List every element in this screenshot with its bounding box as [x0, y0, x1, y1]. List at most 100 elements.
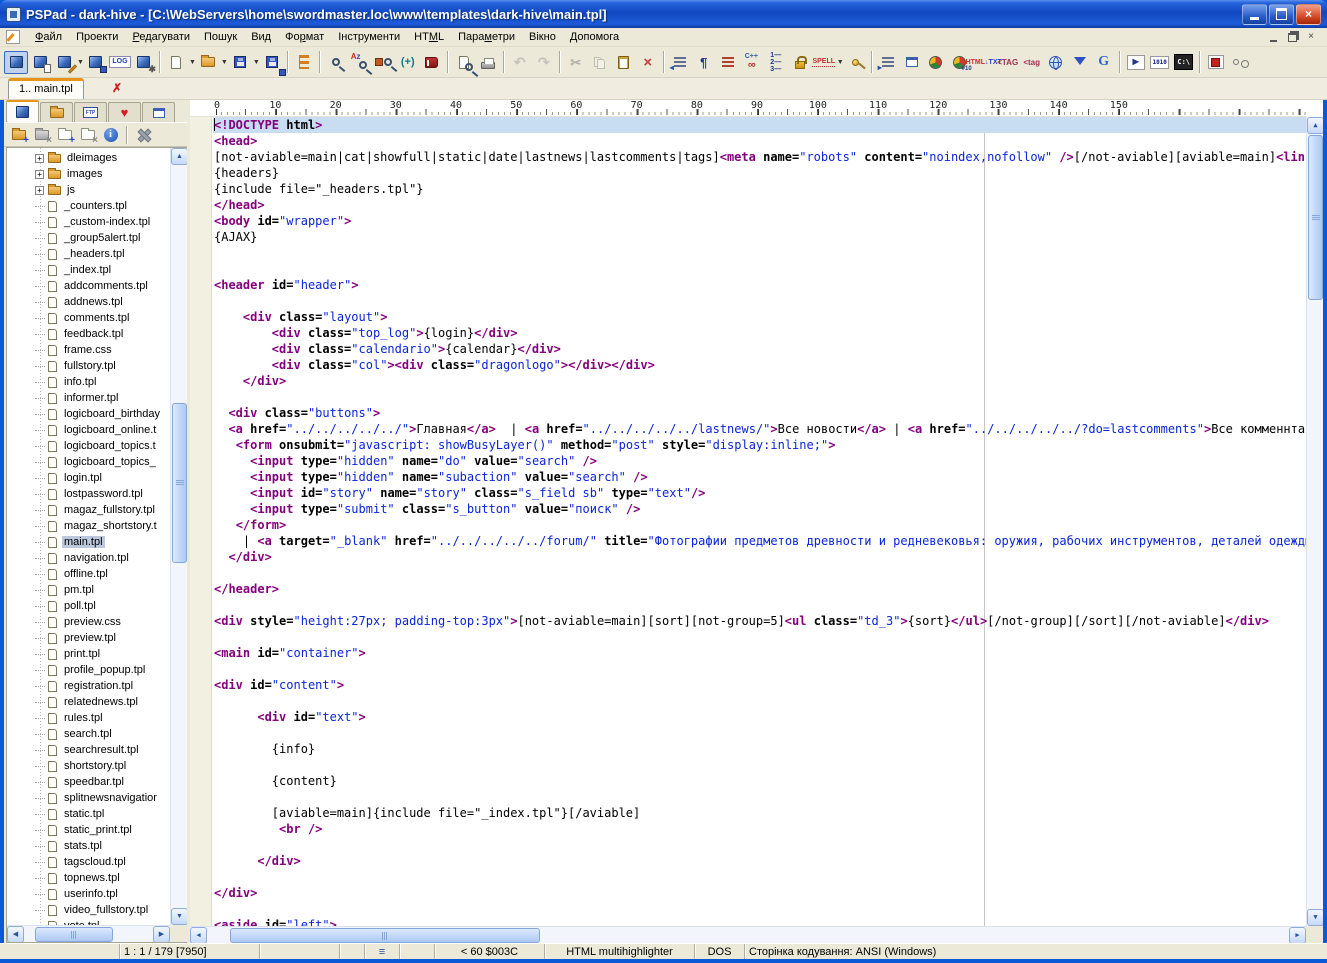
code-line[interactable] — [213, 293, 1306, 309]
browser-icon[interactable] — [1044, 51, 1068, 74]
code-line[interactable]: </header> — [213, 581, 1306, 597]
code-line[interactable]: </div> — [213, 549, 1306, 565]
code-line[interactable] — [213, 597, 1306, 613]
document-menu-icon[interactable] — [6, 30, 20, 44]
tag-upper-icon[interactable]: <TAG — [996, 51, 1020, 74]
delete-icon[interactable]: × — [636, 51, 660, 74]
code-line[interactable]: </form> — [213, 517, 1306, 533]
cpp-icon[interactable]: C++∞ — [740, 51, 764, 74]
sidebar-scroll-thumb[interactable] — [172, 403, 187, 563]
tree-file-logicboard_online.t[interactable]: logicboard_online.t — [7, 422, 170, 438]
code-line[interactable]: {headers} — [213, 165, 1306, 181]
project-info-icon[interactable]: i — [100, 124, 121, 145]
code-line[interactable]: <input type="hidden" name="subaction" va… — [213, 469, 1306, 485]
editor-vertical-scrollbar[interactable]: ▲ ▼ — [1306, 117, 1323, 926]
sidebar-tab-projects[interactable] — [6, 100, 39, 122]
code-line[interactable]: <div id="text"> — [213, 709, 1306, 725]
sidebar-tab-windows[interactable] — [142, 102, 175, 122]
sidebar-hscroll-thumb[interactable] — [35, 927, 113, 942]
code-line[interactable] — [213, 261, 1306, 277]
tree-file-_headers.tpl[interactable]: _headers.tpl — [7, 246, 170, 262]
tree-file-pm.tpl[interactable]: pm.tpl — [7, 582, 170, 598]
code-line[interactable] — [213, 789, 1306, 805]
print-icon[interactable] — [476, 51, 500, 74]
tree-file-addnews.tpl[interactable]: addnews.tpl — [7, 294, 170, 310]
tree-file-shortstory.tpl[interactable]: shortstory.tpl — [7, 758, 170, 774]
tree-file-registration.tpl[interactable]: registration.tpl — [7, 678, 170, 694]
tree-file-feedback.tpl[interactable]: feedback.tpl — [7, 326, 170, 342]
project-tools-icon[interactable] — [133, 124, 154, 145]
code-line[interactable]: </head> — [213, 197, 1306, 213]
code-line[interactable]: <a href="../../../../../">Главная</a> | … — [213, 421, 1306, 437]
code-line[interactable] — [213, 661, 1306, 677]
tree-file-poll.tpl[interactable]: poll.tpl — [7, 598, 170, 614]
scroll-down-icon[interactable]: ▼ — [1307, 909, 1323, 926]
tree-file-login.tpl[interactable]: login.tpl — [7, 470, 170, 486]
filter-icon[interactable] — [1068, 51, 1092, 74]
code-line[interactable]: <div style="height:27px; padding-top:3px… — [213, 613, 1306, 629]
pin-icon[interactable] — [844, 51, 868, 74]
menu-інструменти[interactable]: Інструменти — [331, 29, 407, 45]
code-line[interactable] — [213, 693, 1306, 709]
expand-icon[interactable]: + — [35, 170, 44, 179]
run-icon[interactable]: ▶ — [1124, 51, 1148, 74]
tree-file-informer.tpl[interactable]: informer.tpl — [7, 390, 170, 406]
tree-file-searchresult.tpl[interactable]: searchresult.tpl — [7, 742, 170, 758]
tree-file-topnews.tpl[interactable]: topnews.tpl — [7, 870, 170, 886]
unindent-icon[interactable]: ◂ — [668, 51, 692, 74]
code-line[interactable] — [213, 565, 1306, 581]
replace-icon[interactable] — [372, 51, 396, 74]
menu-вид[interactable]: Вид — [244, 29, 278, 45]
code-line[interactable]: <div class="top_log">{login}</div> — [213, 325, 1306, 341]
file-new-icon[interactable] — [164, 51, 188, 74]
numbered-list-icon[interactable]: 1— 2— 3— — [764, 51, 788, 74]
goto-line-icon[interactable]: (+) — [396, 51, 420, 74]
spell-dropdown-icon[interactable]: ▼ — [837, 59, 844, 66]
code-line[interactable] — [213, 389, 1306, 405]
code-line[interactable]: <div class="col"><div class="dragonlogo"… — [213, 357, 1306, 373]
tree-file-tagscloud.tpl[interactable]: tagscloud.tpl — [7, 854, 170, 870]
bookmark-icon[interactable] — [420, 51, 444, 74]
tree-file-lostpassword.tpl[interactable]: lostpassword.tpl — [7, 486, 170, 502]
binary-icon[interactable]: 1010 — [1148, 51, 1172, 74]
code-editor[interactable]: 0102030405060708090100110120130140150 <!… — [190, 100, 1323, 943]
code-line[interactable]: <div class="calendario">{calendar}</div> — [213, 341, 1306, 357]
project-log-icon[interactable]: LOG — [108, 51, 132, 74]
tree-file-profile_popup.tpl[interactable]: profile_popup.tpl — [7, 662, 170, 678]
scroll-left-icon[interactable]: ◀ — [7, 926, 24, 943]
code-line[interactable]: <div id="content"> — [213, 677, 1306, 693]
chart-icon[interactable] — [924, 51, 948, 74]
tree-file-_counters.tpl[interactable]: _counters.tpl — [7, 198, 170, 214]
console-icon[interactable]: C:\ — [1172, 51, 1196, 74]
menu-пошук[interactable]: Пошук — [197, 29, 244, 45]
editor-scroll-thumb[interactable] — [1308, 135, 1323, 300]
tree-file-static.tpl[interactable]: static.tpl — [7, 806, 170, 822]
code-line[interactable]: | <a target="_blank" href="../../../../.… — [213, 533, 1306, 549]
scroll-right-icon[interactable]: ▶ — [1289, 927, 1306, 943]
spell-icon[interactable]: SPELL — [812, 51, 836, 74]
tree-file-_index.tpl[interactable]: _index.tpl — [7, 262, 170, 278]
menu-допомога[interactable]: Допомога — [563, 29, 626, 45]
file-save-icon[interactable] — [228, 51, 252, 74]
code-line[interactable]: {include file="_headers.tpl"} — [213, 181, 1306, 197]
search-icon[interactable] — [324, 51, 348, 74]
tree-file-navigation.tpl[interactable]: navigation.tpl — [7, 550, 170, 566]
tree-file-frame.css[interactable]: frame.css — [7, 342, 170, 358]
mdi-minimize-button[interactable] — [1265, 31, 1281, 44]
tree-file-vote.tpl[interactable]: vote.tpl — [7, 918, 170, 925]
code-line[interactable]: <aside id="left"> — [213, 917, 1306, 926]
indent-icon[interactable]: ▸ — [876, 51, 900, 74]
tree-file-fullstory.tpl[interactable]: fullstory.tpl — [7, 358, 170, 374]
code-line[interactable]: [not-aviable=main|cat|showfull|static|da… — [213, 149, 1306, 165]
code-line[interactable]: </div> — [213, 373, 1306, 389]
code-text[interactable]: <!DOCTYPE html><head>[not-aviable=main|c… — [213, 117, 1306, 926]
code-line[interactable]: {info} — [213, 741, 1306, 757]
close-button[interactable]: × — [1296, 4, 1321, 25]
tree-file-_custom-index.tpl[interactable]: _custom-index.tpl — [7, 214, 170, 230]
tree-file-print.tpl[interactable]: print.tpl — [7, 646, 170, 662]
file-open-dropdown-icon[interactable]: ▼ — [221, 59, 228, 66]
project-new-icon[interactable] — [4, 51, 28, 74]
code-line[interactable]: <div class="layout"> — [213, 309, 1306, 325]
tree-file-preview.tpl[interactable]: preview.tpl — [7, 630, 170, 646]
project-add-file-icon[interactable]: + — [8, 124, 29, 145]
